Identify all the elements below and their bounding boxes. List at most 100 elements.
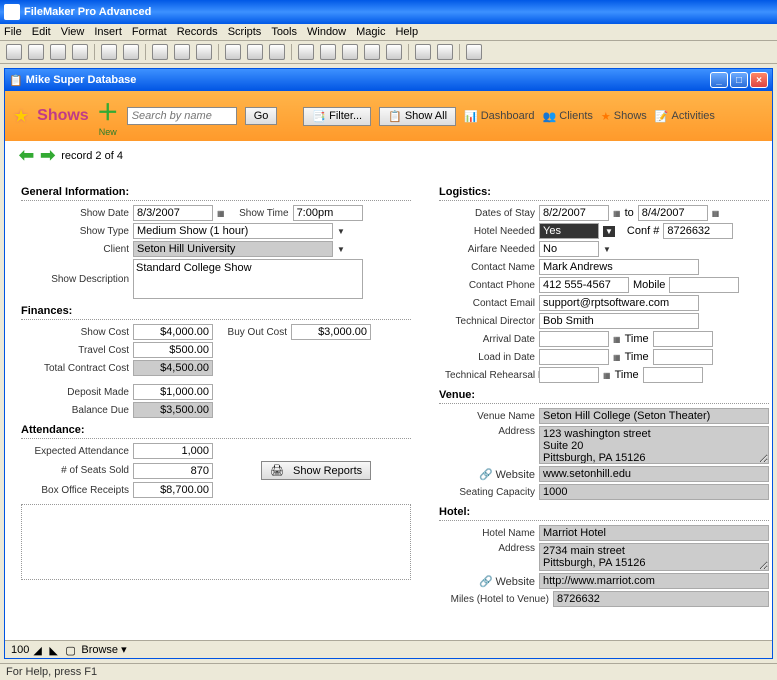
travel-cost-field[interactable] xyxy=(133,342,213,358)
loadin-time-field[interactable] xyxy=(653,349,713,365)
calendar-icon[interactable]: ▦ xyxy=(603,371,611,380)
nav-activities[interactable]: 📝Activities xyxy=(655,110,715,123)
tool-relookup-icon[interactable] xyxy=(437,44,453,60)
date-from-field[interactable] xyxy=(539,205,609,221)
menu-file[interactable]: File xyxy=(4,26,22,38)
go-button[interactable]: Go xyxy=(245,107,278,125)
link-icon[interactable]: 🔗 xyxy=(479,576,493,588)
next-record-button[interactable]: ➡ xyxy=(40,145,55,166)
menu-magic[interactable]: Magic xyxy=(356,26,385,38)
menu-scripts[interactable]: Scripts xyxy=(228,26,262,38)
filter-button[interactable]: 📑Filter... xyxy=(303,107,371,126)
hotel-address-field[interactable]: 2734 main street Pittsburgh, PA 15126 xyxy=(539,543,769,571)
tool-omit-icon[interactable] xyxy=(364,44,380,60)
tool-replace-icon[interactable] xyxy=(415,44,431,60)
capacity-field[interactable] xyxy=(539,484,769,500)
dropdown-icon[interactable]: ▼ xyxy=(337,227,345,236)
contact-name-field[interactable] xyxy=(539,259,699,275)
show-time-field[interactable] xyxy=(293,205,363,221)
venue-name-field[interactable] xyxy=(539,408,769,424)
box-office-field[interactable] xyxy=(133,482,213,498)
miles-field[interactable] xyxy=(553,591,769,607)
menu-tools[interactable]: Tools xyxy=(271,26,297,38)
hotel-needed-field[interactable] xyxy=(539,223,599,239)
expected-att-field[interactable] xyxy=(133,443,213,459)
menu-view[interactable]: View xyxy=(61,26,85,38)
nav-dashboard[interactable]: 📊Dashboard xyxy=(464,110,535,123)
tool-copy-icon[interactable] xyxy=(174,44,190,60)
tool-omit-multi-icon[interactable] xyxy=(386,44,402,60)
menu-window[interactable]: Window xyxy=(307,26,346,38)
tool-redo-icon[interactable] xyxy=(123,44,139,60)
tool-new-record-icon[interactable] xyxy=(225,44,241,60)
venue-address-field[interactable]: 123 washington street Suite 20 Pittsburg… xyxy=(539,426,769,464)
new-button[interactable]: ＋ New xyxy=(97,95,119,137)
show-cost-field[interactable] xyxy=(133,324,213,340)
conf-field[interactable] xyxy=(663,223,733,239)
tool-dup-record-icon[interactable] xyxy=(247,44,263,60)
tool-del-record-icon[interactable] xyxy=(269,44,285,60)
mobile-field[interactable] xyxy=(669,277,739,293)
tool-print2-icon[interactable] xyxy=(72,44,88,60)
deposit-field[interactable] xyxy=(133,384,213,400)
calendar-icon[interactable]: ▦ xyxy=(613,353,621,362)
search-input[interactable] xyxy=(127,107,237,125)
minimize-button[interactable]: _ xyxy=(710,72,728,88)
show-reports-button[interactable]: 🖨 Show Reports xyxy=(261,461,371,480)
tool-print-icon[interactable] xyxy=(50,44,66,60)
tool-undo-icon[interactable] xyxy=(101,44,117,60)
nav-shows[interactable]: ★Shows xyxy=(601,110,647,123)
show-type-field[interactable] xyxy=(133,223,333,239)
loadin-date-field[interactable] xyxy=(539,349,609,365)
rehearsal-date-field[interactable] xyxy=(539,367,599,383)
prev-record-button[interactable]: ⬅ xyxy=(19,145,34,166)
zoom-level[interactable]: 100 xyxy=(11,644,29,656)
menu-help[interactable]: Help xyxy=(395,26,418,38)
show-date-field[interactable] xyxy=(133,205,213,221)
showall-button[interactable]: 📋Show All xyxy=(379,107,456,126)
contact-phone-field[interactable] xyxy=(539,277,629,293)
menu-records[interactable]: Records xyxy=(177,26,218,38)
notes-area[interactable] xyxy=(21,504,411,580)
tool-showall-icon[interactable] xyxy=(342,44,358,60)
client-field[interactable] xyxy=(133,241,333,257)
tool-open-icon[interactable] xyxy=(28,44,44,60)
dropdown-icon[interactable]: ▼ xyxy=(337,245,345,254)
nav-clients[interactable]: 👥Clients xyxy=(543,110,593,123)
menu-format[interactable]: Format xyxy=(132,26,167,38)
calendar-icon[interactable]: ▦ xyxy=(217,209,225,218)
link-icon[interactable]: 🔗 xyxy=(479,469,493,481)
hotel-name-field[interactable] xyxy=(539,525,769,541)
maximize-button[interactable]: □ xyxy=(730,72,748,88)
tool-new-icon[interactable] xyxy=(6,44,22,60)
zoom-in-icon[interactable]: ◣ xyxy=(49,644,61,656)
seats-sold-field[interactable] xyxy=(133,463,213,479)
date-to-field[interactable] xyxy=(638,205,708,221)
arrival-date-field[interactable] xyxy=(539,331,609,347)
buyout-field[interactable] xyxy=(291,324,371,340)
menu-edit[interactable]: Edit xyxy=(32,26,51,38)
venue-website-field[interactable] xyxy=(539,466,769,482)
tool-find-icon[interactable] xyxy=(320,44,336,60)
tool-misc-icon[interactable] xyxy=(466,44,482,60)
dropdown-icon[interactable]: ▼ xyxy=(603,226,615,237)
mode-selector[interactable]: Browse ▾ xyxy=(81,643,126,656)
arrival-time-field[interactable] xyxy=(653,331,713,347)
calendar-icon[interactable]: ▦ xyxy=(712,209,720,218)
statusarea-icon[interactable]: ▢ xyxy=(65,644,77,656)
contact-email-field[interactable] xyxy=(539,295,699,311)
close-button[interactable]: × xyxy=(750,72,768,88)
tool-paste-icon[interactable] xyxy=(196,44,212,60)
tech-director-field[interactable] xyxy=(539,313,699,329)
menu-insert[interactable]: Insert xyxy=(94,26,122,38)
tool-sort-icon[interactable] xyxy=(298,44,314,60)
description-field[interactable]: Standard College Show xyxy=(133,259,363,299)
calendar-icon[interactable]: ▦ xyxy=(613,209,621,218)
tool-cut-icon[interactable] xyxy=(152,44,168,60)
calendar-icon[interactable]: ▦ xyxy=(613,335,621,344)
hotel-website-field[interactable] xyxy=(539,573,769,589)
airfare-field[interactable] xyxy=(539,241,599,257)
dropdown-icon[interactable]: ▼ xyxy=(603,245,611,254)
rehearsal-time-field[interactable] xyxy=(643,367,703,383)
zoom-out-icon[interactable]: ◢ xyxy=(33,644,45,656)
